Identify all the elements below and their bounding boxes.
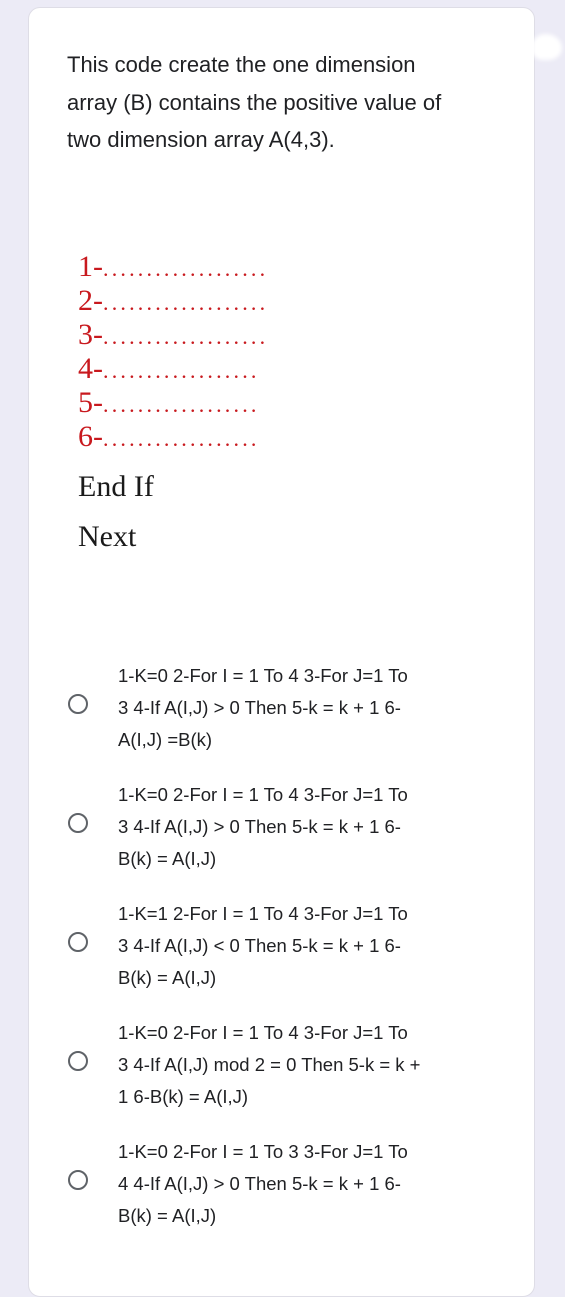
code-line-dots: .................. [103,392,260,417]
code-line-dots: .................. [103,358,260,383]
code-line-dots: ................... [103,290,269,315]
code-line-5: 5-.................. [78,386,378,420]
code-end-if: End If [78,470,154,503]
radio-unchecked-icon[interactable] [68,694,88,714]
answer-option-label[interactable]: 1-K=0 2-For I = 1 To 4 3-For J=1 To 3 4-… [118,779,478,875]
question-text: This code create the one dimension array… [67,52,442,152]
code-line-dots: ................... [103,256,269,281]
code-line-4: 4-.................. [78,352,378,386]
edge-artifact [532,34,562,60]
answer-option[interactable]: 1-K=0 2-For I = 1 To 4 3-For J=1 To 3 4-… [68,660,488,779]
code-line-number: 4- [78,352,103,385]
answer-option[interactable]: 1-K=0 2-For I = 1 To 4 3-For J=1 To 3 4-… [68,1017,488,1136]
code-line-number: 5- [78,386,103,419]
code-line-3: 3-................... [78,318,378,352]
code-line-number: 2- [78,284,103,317]
answer-option-label[interactable]: 1-K=1 2-For I = 1 To 4 3-For J=1 To 3 4-… [118,898,478,994]
radio-unchecked-icon[interactable] [68,1170,88,1190]
answer-options: 1-K=0 2-For I = 1 To 4 3-For J=1 To 3 4-… [68,660,488,1255]
code-line-2: 2-................... [78,284,378,318]
code-line-number: 1- [78,250,103,283]
code-line-number: 3- [78,318,103,351]
code-line-dots: .................. [103,426,260,451]
answer-option-label[interactable]: 1-K=0 2-For I = 1 To 3 3-For J=1 To 4 4-… [118,1136,478,1232]
answer-option[interactable]: 1-K=1 2-For I = 1 To 4 3-For J=1 To 3 4-… [68,898,488,1017]
code-image: 1-................... 2-................… [78,250,378,562]
code-line-6: 6-.................. [78,420,378,454]
code-line-dots: ................... [103,324,269,349]
answer-option-label[interactable]: 1-K=0 2-For I = 1 To 4 3-For J=1 To 3 4-… [118,1017,478,1113]
radio-unchecked-icon[interactable] [68,932,88,952]
radio-unchecked-icon[interactable] [68,813,88,833]
radio-unchecked-icon[interactable] [68,1051,88,1071]
answer-option[interactable]: 1-K=0 2-For I = 1 To 4 3-For J=1 To 3 4-… [68,779,488,898]
answer-option-label[interactable]: 1-K=0 2-For I = 1 To 4 3-For J=1 To 3 4-… [118,660,478,756]
answer-option[interactable]: 1-K=0 2-For I = 1 To 3 3-For J=1 To 4 4-… [68,1136,488,1255]
code-line-1: 1-................... [78,250,378,284]
code-next: Next [78,520,137,553]
code-line-number: 6- [78,420,103,453]
